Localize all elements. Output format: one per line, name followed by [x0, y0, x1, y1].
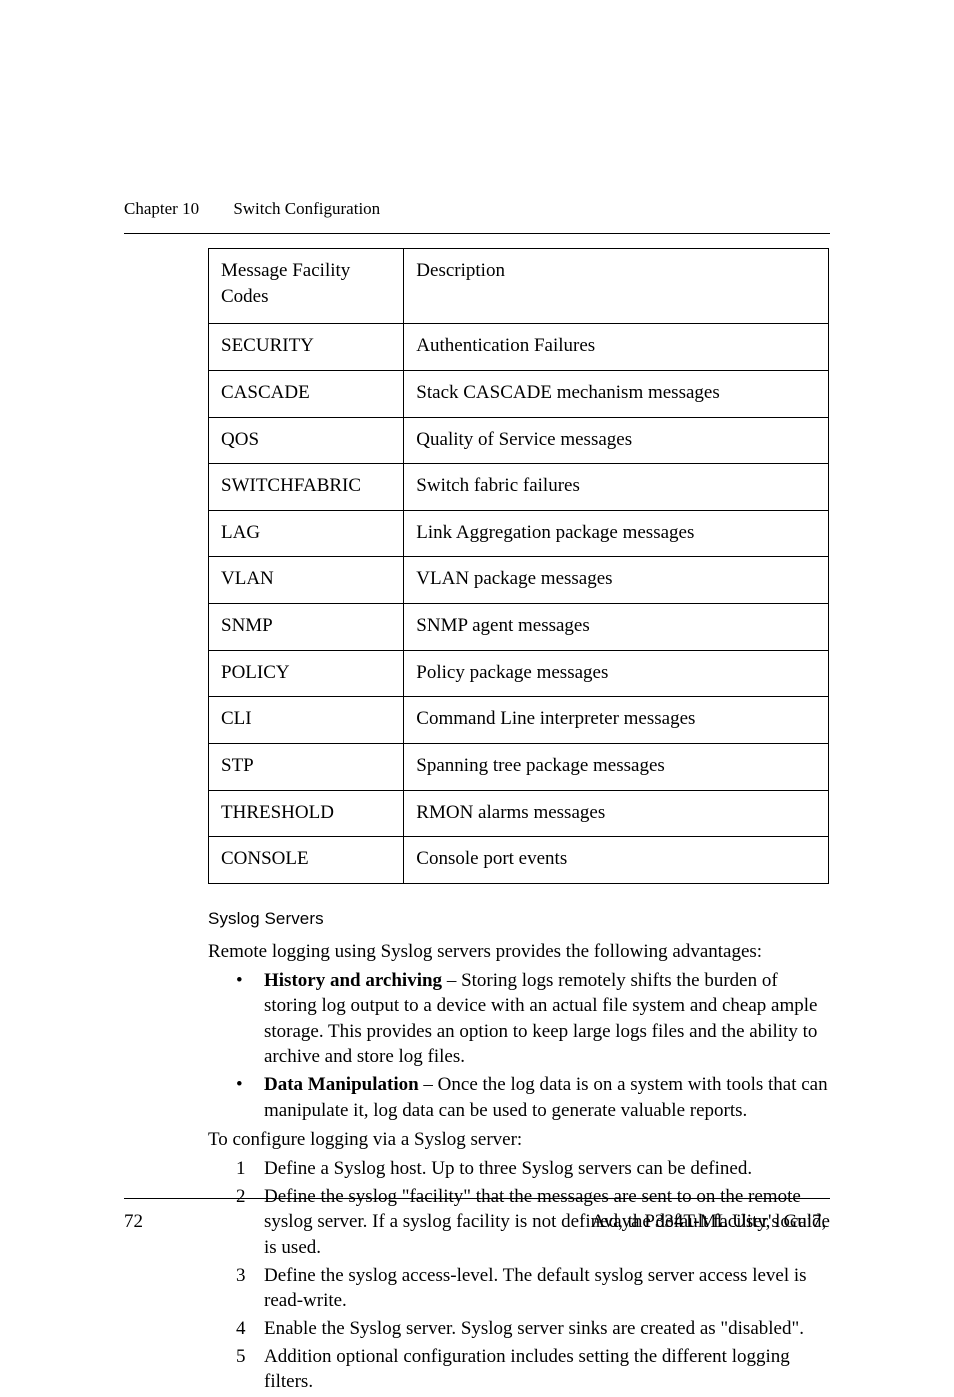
chapter-number: Chapter 10: [124, 199, 199, 218]
desc-cell: VLAN package messages: [404, 557, 829, 604]
desc-cell: Stack CASCADE mechanism messages: [404, 370, 829, 417]
code-cell: SWITCHFABRIC: [209, 464, 404, 511]
step-item: Define the syslog access-level. The defa…: [236, 1263, 829, 1314]
table-row: SNMPSNMP agent messages: [209, 604, 829, 651]
desc-cell: RMON alarms messages: [404, 790, 829, 837]
code-cell: SNMP: [209, 604, 404, 651]
list-item: History and archiving – Storing logs rem…: [236, 968, 829, 1071]
step-item: Addition optional configuration includes…: [236, 1344, 829, 1395]
table-row: POLICYPolicy package messages: [209, 650, 829, 697]
desc-cell: Console port events: [404, 837, 829, 884]
bullet-lead: Data Manipulation: [264, 1074, 419, 1095]
running-header: Chapter 10 Switch Configuration: [124, 198, 830, 234]
table-row: CASCADEStack CASCADE mechanism messages: [209, 370, 829, 417]
code-cell: POLICY: [209, 650, 404, 697]
intro-paragraph: Remote logging using Syslog servers prov…: [208, 939, 829, 965]
config-intro: To configure logging via a Syslog server…: [208, 1127, 829, 1153]
code-cell: CLI: [209, 697, 404, 744]
code-cell: STP: [209, 744, 404, 791]
code-cell: SECURITY: [209, 324, 404, 371]
desc-cell: Policy package messages: [404, 650, 829, 697]
chapter-title: Switch Configuration: [233, 199, 380, 218]
step-item: Define a Syslog host. Up to three Syslog…: [236, 1156, 829, 1182]
message-facility-table: Message Facility Codes Description SECUR…: [208, 248, 829, 884]
desc-cell: Command Line interpreter messages: [404, 697, 829, 744]
table-row: QOSQuality of Service messages: [209, 417, 829, 464]
code-cell: VLAN: [209, 557, 404, 604]
table-row: SWITCHFABRICSwitch fabric failures: [209, 464, 829, 511]
desc-cell: Switch fabric failures: [404, 464, 829, 511]
table-row: VLANVLAN package messages: [209, 557, 829, 604]
code-cell: THRESHOLD: [209, 790, 404, 837]
section-heading: Syslog Servers: [208, 908, 829, 931]
desc-cell: Spanning tree package messages: [404, 744, 829, 791]
list-item: Data Manipulation – Once the log data is…: [236, 1072, 829, 1123]
desc-cell: Authentication Failures: [404, 324, 829, 371]
bullet-lead: History and archiving: [264, 970, 442, 991]
table-header-desc: Description: [404, 249, 829, 324]
table-row: STPSpanning tree package messages: [209, 744, 829, 791]
config-steps: Define a Syslog host. Up to three Syslog…: [208, 1156, 829, 1395]
table-header-row: Message Facility Codes Description: [209, 249, 829, 324]
table-row: LAGLink Aggregation package messages: [209, 510, 829, 557]
table-header-code: Message Facility Codes: [209, 249, 404, 324]
page-footer: 72 Avaya P334T-ML User's Guide: [124, 1198, 830, 1235]
page-number: 72: [124, 1209, 143, 1235]
desc-cell: Link Aggregation package messages: [404, 510, 829, 557]
code-cell: CONSOLE: [209, 837, 404, 884]
code-cell: QOS: [209, 417, 404, 464]
table-row: THRESHOLDRMON alarms messages: [209, 790, 829, 837]
desc-cell: Quality of Service messages: [404, 417, 829, 464]
advantages-list: History and archiving – Storing logs rem…: [208, 968, 829, 1124]
table-row: CLICommand Line interpreter messages: [209, 697, 829, 744]
step-item: Enable the Syslog server. Syslog server …: [236, 1316, 829, 1342]
book-title: Avaya P334T-ML User's Guide: [591, 1209, 830, 1235]
table-row: SECURITYAuthentication Failures: [209, 324, 829, 371]
code-cell: LAG: [209, 510, 404, 557]
table-row: CONSOLEConsole port events: [209, 837, 829, 884]
desc-cell: SNMP agent messages: [404, 604, 829, 651]
code-cell: CASCADE: [209, 370, 404, 417]
